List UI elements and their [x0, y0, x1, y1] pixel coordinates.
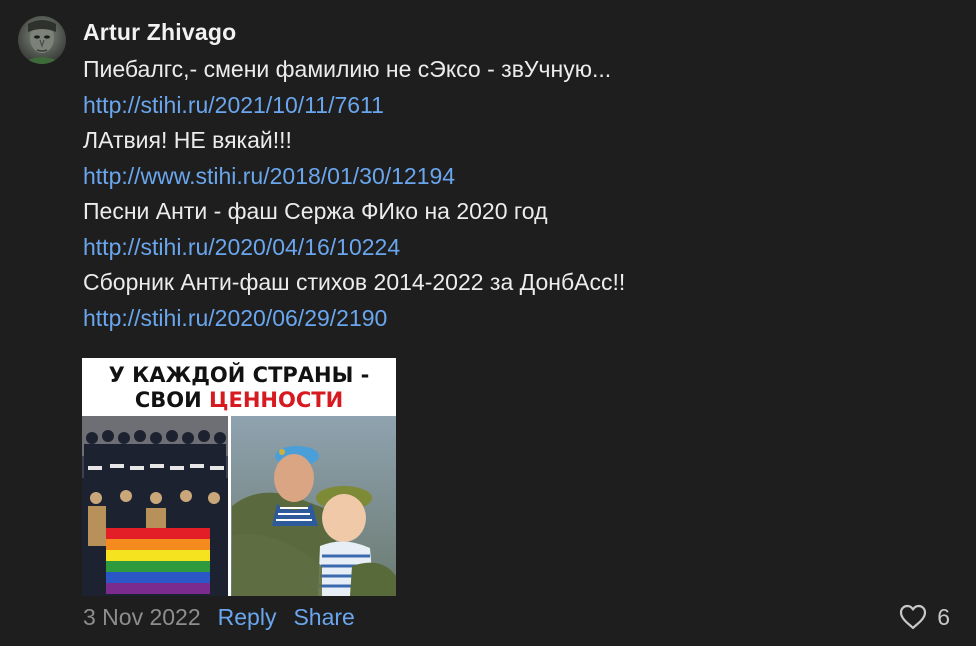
banner-title-line1: У КАЖДОЙ СТРАНЫ - — [108, 363, 370, 387]
image-photos — [82, 416, 396, 596]
comment-text-line: Сборник Анти-фаш стихов 2014-2022 за Дон… — [83, 269, 626, 295]
comment-link[interactable]: http://stihi.ru/2020/06/29/2190 — [83, 301, 963, 337]
comment-text-line: ЛАтвия! НЕ вякай!!! — [83, 127, 292, 153]
like-count: 6 — [937, 603, 950, 630]
reply-button[interactable]: Reply — [218, 604, 277, 631]
comment-link[interactable]: http://stihi.ru/2021/10/11/7611 — [83, 88, 963, 124]
comment-footer: 3 Nov 2022 Reply Share — [83, 603, 355, 631]
comment: Artur Zhivago Пиебалгс,- смени фамилию н… — [0, 0, 976, 646]
comment-body: Пиебалгс,- смени фамилию не сЭксо - звУч… — [83, 52, 963, 336]
comment-date: 3 Nov 2022 — [83, 603, 201, 630]
comment-text-line: Пиебалгс,- смени фамилию не сЭксо - звУч… — [83, 56, 612, 82]
author-name[interactable]: Artur Zhivago — [83, 18, 236, 46]
heart-icon[interactable] — [899, 604, 927, 630]
likes: 6 — [899, 603, 950, 631]
banner-title-prefix: СВОИ — [134, 388, 209, 412]
attached-image[interactable]: У КАЖДОЙ СТРАНЫ - СВОИ ЦЕННОСТИ — [82, 358, 396, 596]
banner-title-highlight: ЦЕННОСТИ — [209, 388, 344, 412]
comment-link[interactable]: http://www.stihi.ru/2018/01/30/12194 — [83, 159, 963, 195]
comment-text-line: Песни Анти - фаш Сержа ФИко на 2020 год — [83, 198, 548, 224]
avatar[interactable] — [18, 16, 66, 64]
share-button[interactable]: Share — [293, 604, 354, 631]
banner-title-line2: СВОИ ЦЕННОСТИ — [82, 387, 396, 413]
comment-link[interactable]: http://stihi.ru/2020/04/16/10224 — [83, 230, 963, 266]
image-banner: У КАЖДОЙ СТРАНЫ - СВОИ ЦЕННОСТИ — [82, 358, 396, 416]
